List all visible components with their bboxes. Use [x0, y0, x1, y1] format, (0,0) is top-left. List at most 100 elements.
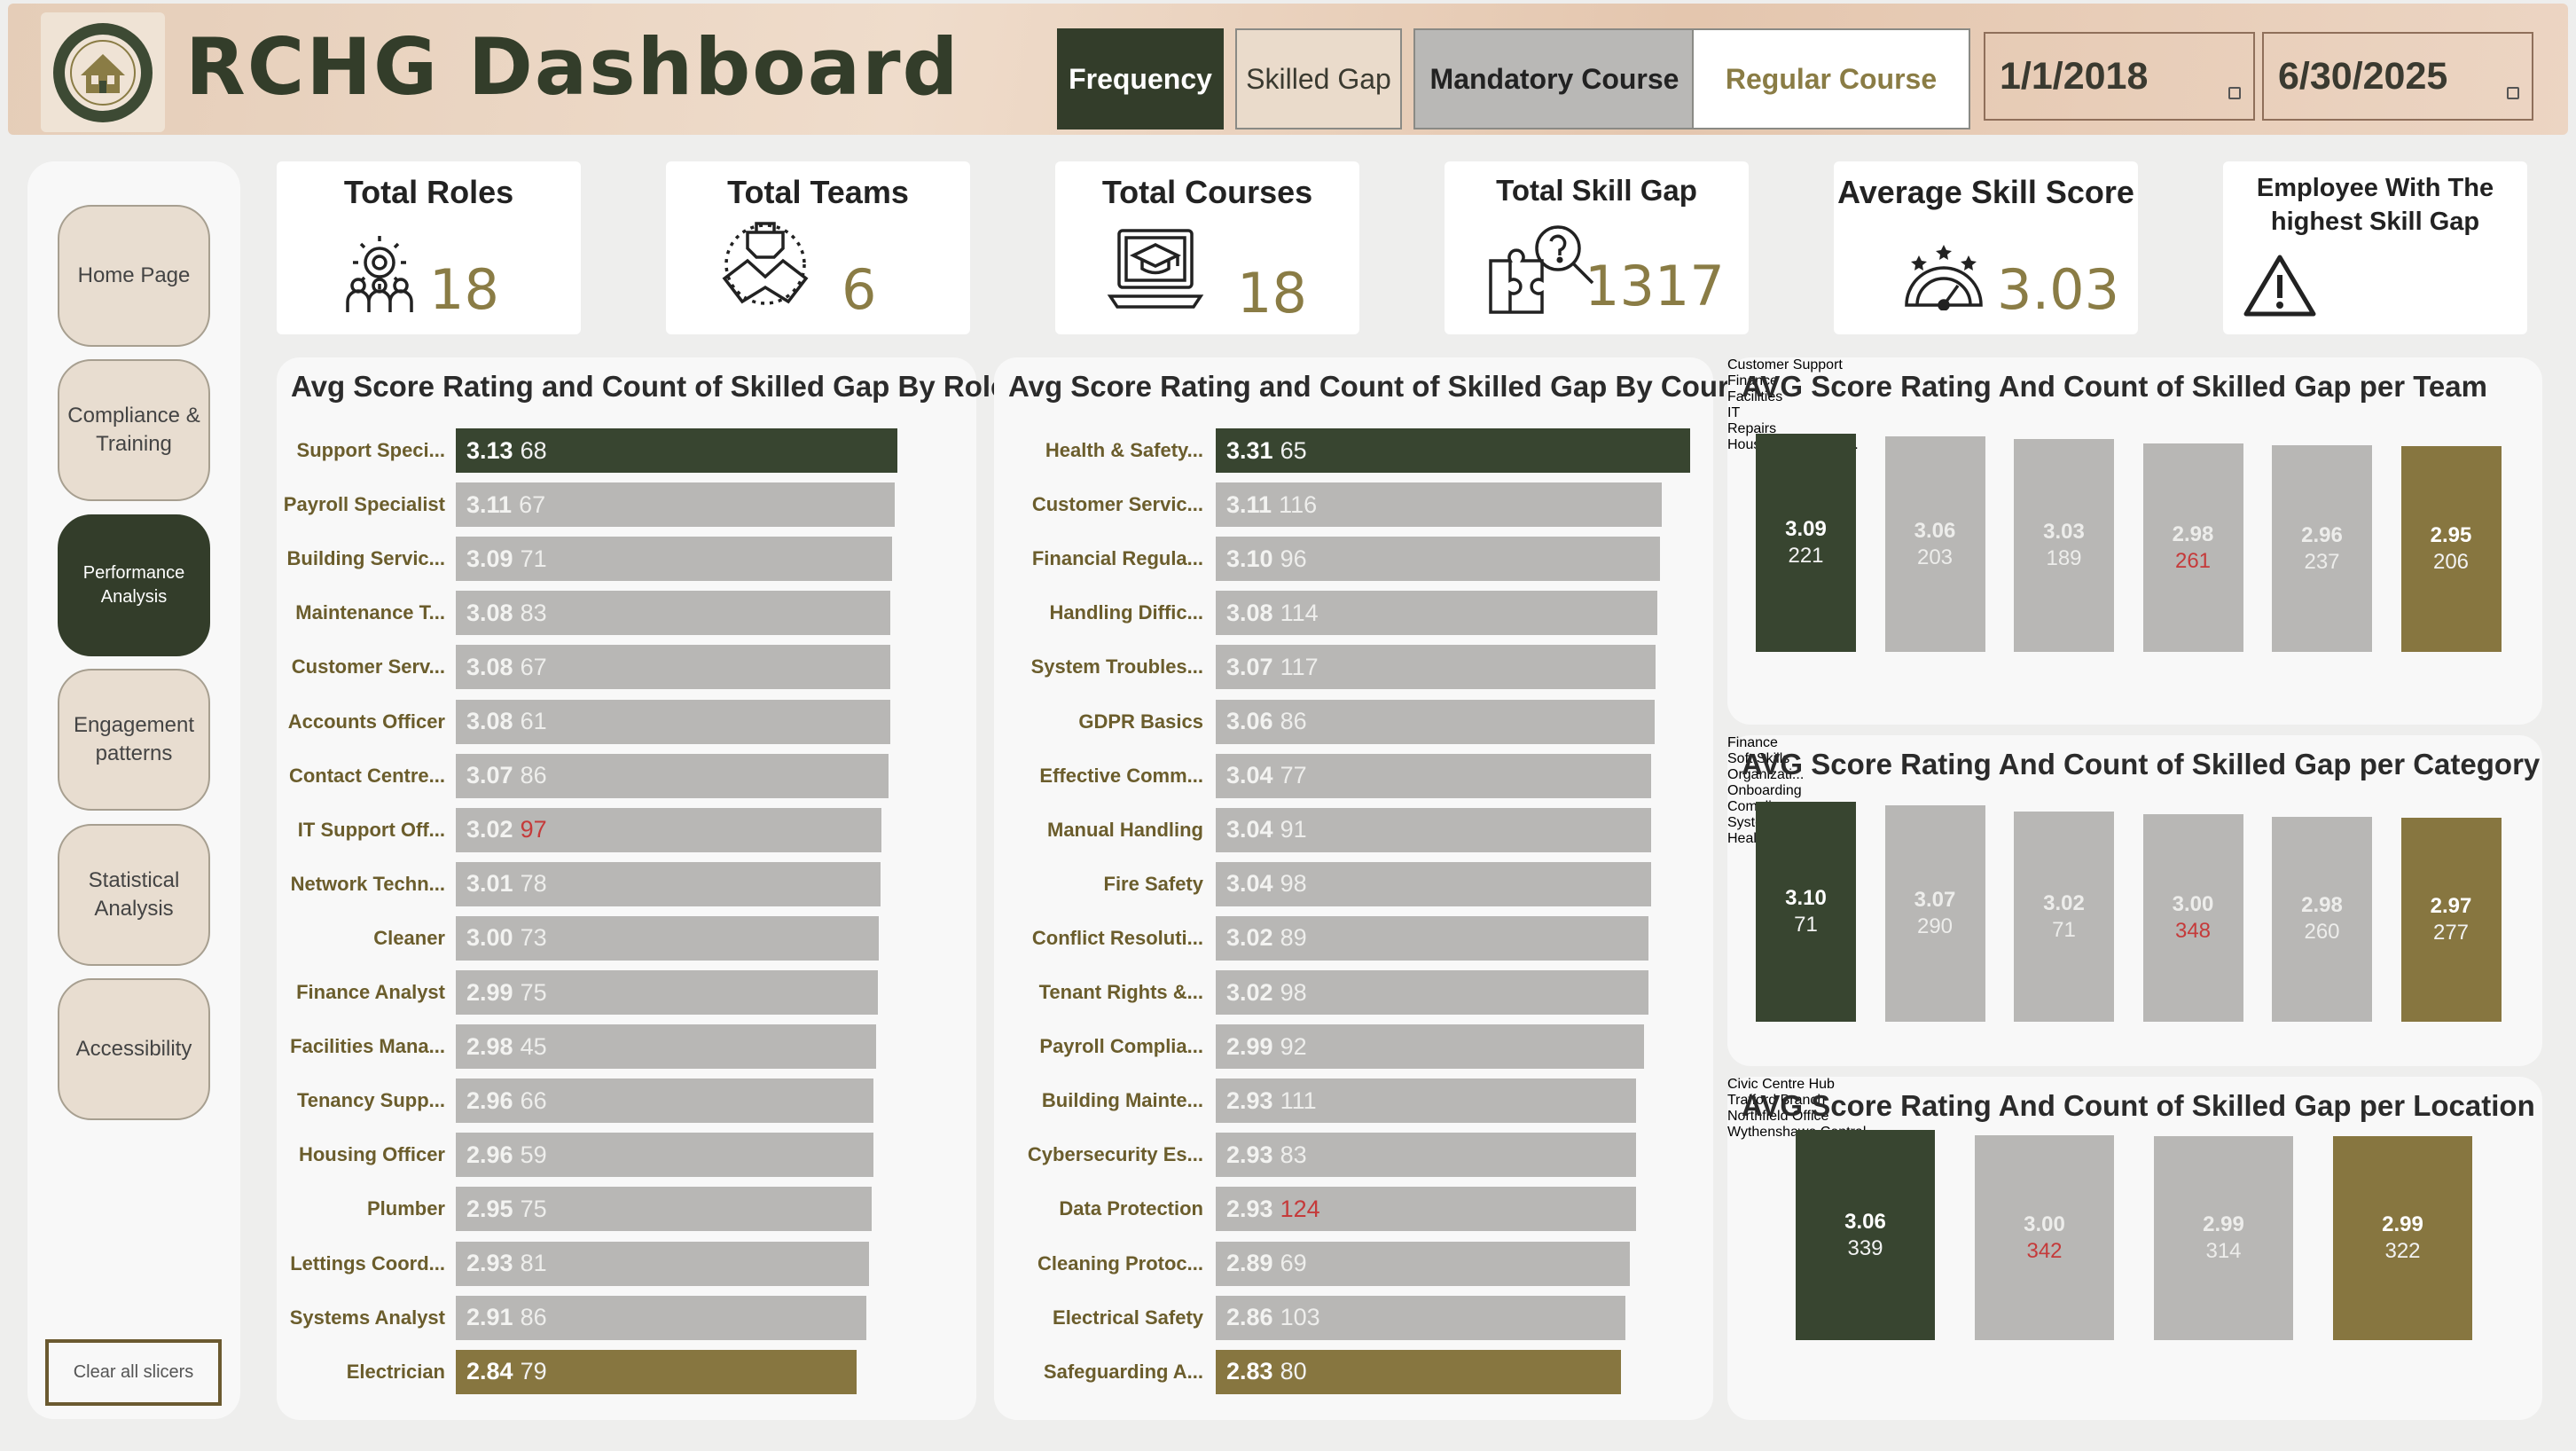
bar[interactable]: 2.86 103	[1216, 1295, 1626, 1340]
start-date-input[interactable]: 1/1/2018	[1984, 32, 2255, 121]
bar-row[interactable]: IT Support Off... 3.02 97	[277, 807, 976, 852]
bar-row[interactable]: Payroll Complia... 2.99 92	[994, 1024, 1713, 1070]
bar-row[interactable]: Facilities Mana... 2.98 45	[277, 1024, 976, 1070]
column-bar[interactable]: 3.02 71	[2014, 812, 2114, 1022]
bar[interactable]: 3.10 96	[1216, 537, 1661, 582]
bar-row[interactable]: Cybersecurity Es... 2.93 83	[994, 1133, 1713, 1178]
bar-row[interactable]: Plumber 2.95 75	[277, 1187, 976, 1232]
bar[interactable]: 3.04 77	[1216, 753, 1652, 798]
column[interactable]: 2.95 206	[2400, 446, 2502, 652]
column-bar[interactable]: 3.00 342	[1975, 1135, 2114, 1340]
bar[interactable]: 3.31 65	[1216, 428, 1690, 473]
bar-row[interactable]: Lettings Coord... 2.93 81	[277, 1241, 976, 1286]
column[interactable]: 3.02 71	[2014, 812, 2114, 1022]
bar-row[interactable]: Data Protection 2.93 124	[994, 1187, 1713, 1232]
bar[interactable]: 2.99 92	[1216, 1024, 1645, 1070]
end-date-input[interactable]: 6/30/2025	[2262, 32, 2533, 121]
column-bar[interactable]: 3.10 71	[1756, 802, 1856, 1022]
column[interactable]: 2.98 260	[2272, 816, 2372, 1022]
column-bar[interactable]: 3.03 189	[2014, 439, 2114, 652]
bar-row[interactable]: Tenant Rights &... 3.02 98	[994, 970, 1713, 1015]
column[interactable]: 3.00 342	[1975, 1135, 2114, 1340]
bar[interactable]: 3.08 114	[1216, 591, 1657, 636]
column[interactable]: 2.99 322	[2333, 1136, 2472, 1340]
bar[interactable]: 3.09 71	[456, 537, 892, 582]
bar-row[interactable]: Conflict Resoluti... 3.02 89	[994, 915, 1713, 961]
column[interactable]: 3.06 203	[1884, 436, 1985, 652]
bar-row[interactable]: Effective Comm... 3.04 77	[994, 753, 1713, 798]
nav-engagement-patterns[interactable]: Engagement patterns	[58, 669, 210, 811]
column-bar[interactable]: 3.07 290	[1884, 805, 1985, 1022]
column-bar[interactable]: 2.98 260	[2272, 816, 2372, 1022]
bar[interactable]: 2.89 69	[1216, 1241, 1631, 1286]
bar-row[interactable]: Housing Officer 2.96 59	[277, 1133, 976, 1178]
nav-accessibility[interactable]: Accessibility	[58, 978, 210, 1120]
bar-row[interactable]: Electrician 2.84 79	[277, 1349, 976, 1394]
column[interactable]: 3.09 221	[1756, 434, 1856, 652]
column-bar[interactable]: 2.99 314	[2154, 1136, 2293, 1340]
bar-row[interactable]: Building Servic... 3.09 71	[277, 537, 976, 582]
bar-row[interactable]: Systems Analyst 2.91 86	[277, 1295, 976, 1340]
column-bar[interactable]: 2.97 277	[2400, 818, 2502, 1022]
nav-performance-analysis[interactable]: Performance Analysis	[58, 514, 210, 656]
bar[interactable]: 2.93 81	[456, 1241, 870, 1286]
bar-row[interactable]: Health & Safety... 3.31 65	[994, 428, 1713, 473]
bar-row[interactable]: Customer Servic... 3.11 116	[994, 482, 1713, 528]
column[interactable]: 2.99 314	[2154, 1136, 2293, 1340]
bar-row[interactable]: Contact Centre... 3.07 86	[277, 753, 976, 798]
column-bar[interactable]: 3.00 348	[2142, 813, 2243, 1022]
column[interactable]: 3.07 290	[1884, 805, 1985, 1022]
clear-slicers-button[interactable]: Clear all slicers	[45, 1339, 222, 1406]
bar-row[interactable]: Cleaner 3.00 73	[277, 915, 976, 961]
column[interactable]: 2.96 237	[2272, 445, 2372, 652]
column[interactable]: 3.00 348	[2142, 813, 2243, 1022]
bar[interactable]: 3.06 86	[1216, 699, 1655, 744]
column[interactable]: 3.10 71	[1756, 802, 1856, 1022]
bar-row[interactable]: Fire Safety 3.04 98	[994, 861, 1713, 906]
column[interactable]: 2.98 261	[2142, 443, 2243, 652]
column-bar[interactable]: 2.96 237	[2272, 445, 2372, 652]
bar[interactable]: 3.04 91	[1216, 807, 1652, 852]
bar-row[interactable]: Handling Diffic... 3.08 114	[994, 591, 1713, 636]
column-bar[interactable]: 3.06 339	[1796, 1130, 1935, 1340]
bar[interactable]: 2.96 66	[456, 1078, 873, 1124]
bar[interactable]: 2.93 124	[1216, 1187, 1636, 1232]
nav-home-page[interactable]: Home Page	[58, 205, 210, 347]
frequency-toggle[interactable]: Frequency	[1057, 28, 1224, 129]
bar[interactable]: 3.04 98	[1216, 861, 1652, 906]
bar-row[interactable]: Customer Serv... 3.08 67	[277, 645, 976, 690]
bar[interactable]: 2.99 75	[456, 970, 878, 1015]
nav-compliance-training[interactable]: Compliance & Training	[58, 359, 210, 501]
column-bar[interactable]: 3.06 203	[1884, 436, 1985, 652]
bar[interactable]: 2.83 80	[1216, 1349, 1622, 1394]
bar[interactable]: 3.08 67	[456, 645, 891, 690]
bar-row[interactable]: GDPR Basics 3.06 86	[994, 699, 1713, 744]
column-bar[interactable]: 2.95 206	[2400, 446, 2502, 652]
bar[interactable]: 2.95 75	[456, 1187, 873, 1232]
bar[interactable]: 2.93 111	[1216, 1078, 1636, 1124]
bar[interactable]: 2.91 86	[456, 1295, 866, 1340]
column-bar[interactable]: 3.09 221	[1756, 434, 1856, 652]
regular-course-slicer[interactable]: Regular Course	[1692, 28, 1970, 129]
nav-statistical-analysis[interactable]: Statistical Analysis	[58, 824, 210, 966]
skilled-gap-toggle[interactable]: Skilled Gap	[1235, 28, 1402, 129]
bar[interactable]: 2.84 79	[456, 1349, 857, 1394]
bar-row[interactable]: Building Mainte... 2.93 111	[994, 1078, 1713, 1124]
bar-row[interactable]: Safeguarding A... 2.83 80	[994, 1349, 1713, 1394]
column-bar[interactable]: 2.98 261	[2142, 443, 2243, 652]
bar[interactable]: 3.13 68	[456, 428, 897, 473]
bar[interactable]: 3.02 97	[456, 807, 882, 852]
bar[interactable]: 3.02 89	[1216, 915, 1649, 961]
calendar-icon[interactable]	[2228, 87, 2241, 99]
bar-row[interactable]: Network Techn... 3.01 78	[277, 861, 976, 906]
bar-row[interactable]: Accounts Officer 3.08 61	[277, 699, 976, 744]
bar-row[interactable]: Tenancy Supp... 2.96 66	[277, 1078, 976, 1124]
bar[interactable]: 3.11 67	[456, 482, 895, 528]
mandatory-course-slicer[interactable]: Mandatory Course	[1413, 28, 1695, 129]
column[interactable]: 3.03 189	[2014, 439, 2114, 652]
column-bar[interactable]: 2.99 322	[2333, 1136, 2472, 1340]
bar-row[interactable]: Maintenance T... 3.08 83	[277, 591, 976, 636]
bar-row[interactable]: Finance Analyst 2.99 75	[277, 970, 976, 1015]
bar[interactable]: 3.11 116	[1216, 482, 1662, 528]
bar[interactable]: 3.07 117	[1216, 645, 1656, 690]
